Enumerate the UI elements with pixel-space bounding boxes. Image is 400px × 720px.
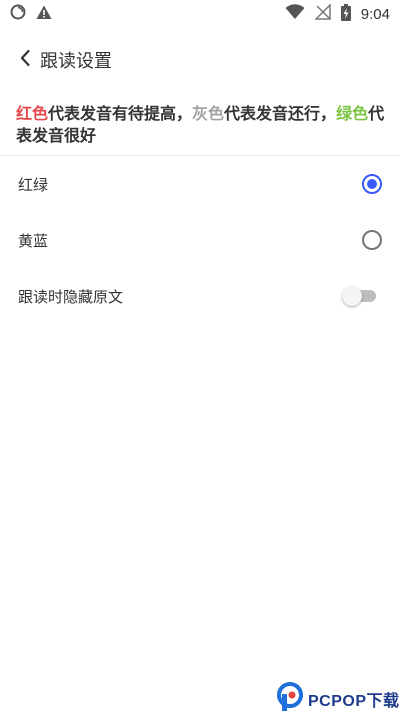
chevron-left-icon: [19, 49, 31, 71]
divider: [0, 155, 400, 156]
status-right: 9:04: [285, 3, 390, 25]
toggle-thumb: [342, 286, 362, 306]
screen: 9:04 跟读设置 红色代表发音有待提高，灰色代表发音还行，绿色代表发音很好 红…: [0, 0, 400, 720]
legend-gray-desc: 代表发音还行，: [224, 104, 337, 123]
hide-text-setting[interactable]: 跟读时隐藏原文: [0, 271, 400, 321]
legend-green-word: 绿色: [336, 104, 369, 123]
page-title: 跟读设置: [40, 51, 112, 72]
warning-icon: [36, 5, 52, 24]
status-time: 9:04: [360, 5, 390, 23]
radio-yellow-blue[interactable]: [362, 230, 382, 250]
back-button[interactable]: [10, 42, 40, 78]
sync-circle-icon: [10, 4, 26, 24]
radio-dot: [367, 179, 377, 189]
no-signal-icon: [313, 3, 331, 24]
color-legend: 红色代表发音有待提高，灰色代表发音还行，绿色代表发音很好: [16, 103, 388, 147]
hide-text-label: 跟读时隐藏原文: [18, 287, 124, 306]
status-bar: 9:04: [0, 0, 400, 28]
watermark-text: PCPOP下载: [308, 693, 400, 710]
option-red-green[interactable]: 红绿: [0, 159, 400, 209]
hide-text-toggle[interactable]: [342, 286, 378, 306]
legend-red-word: 红色: [16, 104, 49, 123]
battery-charging-icon: [340, 3, 351, 25]
legend-gray-word: 灰色: [192, 104, 225, 123]
status-left: [10, 4, 52, 24]
option-label: 红绿: [18, 175, 49, 194]
option-label: 黄蓝: [18, 231, 49, 250]
pcpop-logo-icon: [276, 682, 304, 716]
header: 跟读设置: [0, 40, 400, 80]
watermark: PCPOP下载: [276, 682, 400, 716]
wifi-icon: [285, 4, 305, 24]
option-yellow-blue[interactable]: 黄蓝: [0, 215, 400, 265]
radio-red-green[interactable]: [362, 174, 382, 194]
legend-red-desc: 代表发音有待提高，: [48, 104, 193, 123]
